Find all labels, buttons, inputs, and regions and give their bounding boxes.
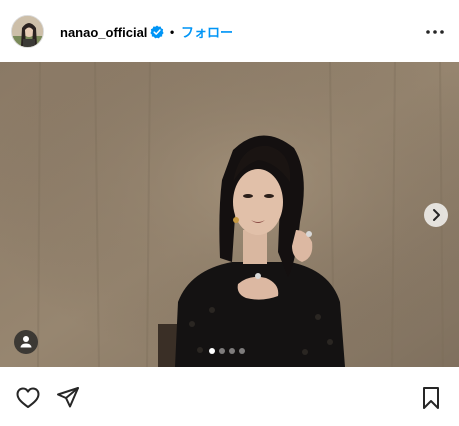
paper-plane-icon[interactable] [55, 385, 81, 411]
more-horizontal-icon[interactable] [424, 22, 446, 42]
post-media-carousel[interactable] [0, 62, 459, 367]
user-tag-icon [20, 336, 32, 348]
tagged-users-button[interactable] [14, 330, 38, 354]
heart-icon[interactable] [15, 385, 41, 411]
follow-button[interactable]: フォロー [181, 25, 233, 41]
next-slide-button[interactable] [424, 203, 448, 227]
avatar[interactable] [11, 15, 44, 48]
carousel-dot-2 [219, 348, 225, 354]
username[interactable]: nanao_official [60, 25, 147, 41]
carousel-dot-1 [209, 348, 215, 354]
post-actions [0, 367, 459, 426]
carousel-indicator [209, 347, 254, 355]
post-header: nanao_official • フォロー [0, 0, 459, 62]
carousel-dot-3 [229, 348, 235, 354]
instagram-post: nanao_official • フォロー [0, 0, 459, 426]
separator-dot: • [170, 25, 175, 39]
chevron-right-icon [433, 209, 440, 221]
carousel-dot-4 [239, 348, 245, 354]
bookmark-icon[interactable] [418, 385, 444, 411]
post-photo [0, 62, 459, 367]
verified-badge-icon [150, 25, 164, 39]
